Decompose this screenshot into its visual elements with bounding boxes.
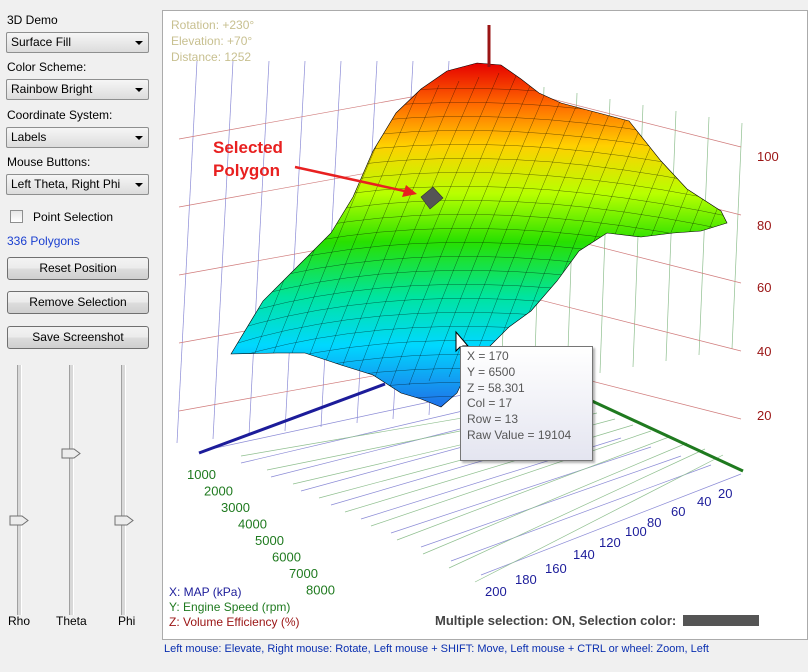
z-tick-label: 80 [757,218,771,233]
point-tooltip: X = 170 Y = 6500 Z = 58.301 Col = 17 Row… [460,346,593,461]
multi-selection-text: Multiple selection: ON, Selection color: [435,613,677,628]
save-screenshot-button[interactable]: Save Screenshot [7,326,149,349]
polygon-count: 336 Polygons [7,234,80,248]
y-tick-label: 7000 [289,566,318,581]
point-selection-checkbox[interactable] [10,210,23,223]
grid-line [248,60,270,436]
y-tick-label: 6000 [272,550,301,565]
annotation-line2: Polygon [213,161,280,180]
x-tick-label: 80 [647,515,661,530]
tooltip-raw: Raw Value = 19104 [467,427,572,442]
phi-label: Phi [118,614,136,628]
axis-legend: X: MAP (kPa) Y: Engine Speed (rpm) Z: Vo… [169,585,300,630]
grid-line [731,122,743,350]
y-tick-label: 2000 [204,484,233,499]
rho-slider-thumb[interactable] [9,515,29,526]
tooltip-col: Col = 17 [467,396,513,411]
y-axis-line [578,393,744,473]
z-tick-label: 20 [757,408,771,423]
view-info: Rotation: +230° Elevation: +70° Distance… [171,17,254,65]
distance-readout: Distance: 1252 [171,50,252,64]
x-tick-label: 20 [718,486,732,501]
grid-line [212,60,234,440]
chevron-down-icon [135,136,143,140]
rho-slider-track[interactable] [17,365,22,615]
theta-label: Theta [56,614,87,628]
grid-line [698,116,710,356]
z-tick-label: 100 [757,149,779,164]
reset-position-button[interactable]: Reset Position [7,257,149,280]
grid-line [474,454,724,583]
y-tick-label: 1000 [187,467,216,482]
chevron-down-icon [135,88,143,92]
legend-y: Y: Engine Speed (rpm) [169,600,291,614]
mesh-line [729,11,807,321]
remove-selection-button[interactable]: Remove Selection [7,291,149,314]
demo-label: 3D Demo [7,13,58,27]
y-tick-label: 5000 [255,533,284,548]
legend-x: X: MAP (kPa) [169,585,242,599]
plot-surface-svg: 1008060402010002000300040005000600070008… [176,11,807,599]
annotation-line1: Selected [213,138,283,157]
z-tick-label: 40 [757,344,771,359]
color-scheme-label: Color Scheme: [7,60,87,74]
phi-slider-track[interactable] [121,365,126,615]
tooltip-y: Y = 6500 [467,364,516,379]
mouse-buttons-value: Left Theta, Right Phi [11,177,121,191]
multi-selection-status: Multiple selection: ON, Selection color: [435,613,759,628]
x-tick-label: 140 [573,547,595,562]
rotation-readout: Rotation: +230° [171,18,255,32]
color-scheme-select[interactable]: Rainbow Bright [6,79,149,100]
mesh-line [708,63,727,326]
tooltip-x: X = 170 [467,349,509,363]
x-tick-label: 60 [671,504,685,519]
coord-system-select[interactable]: Labels [6,127,149,148]
tooltip-row: Row = 13 [467,412,519,427]
y-tick-label: 8000 [306,583,335,598]
phi-slider-thumb[interactable] [114,515,134,526]
y-tick-label: 4000 [238,517,267,532]
z-tick-label: 60 [757,280,771,295]
x-tick-label: 40 [697,494,711,509]
coord-system-label: Coordinate System: [7,108,113,122]
x-tick-label: 100 [625,524,647,539]
elevation-readout: Elevation: +70° [171,34,253,48]
mouse-buttons-label: Mouse Buttons: [7,155,91,169]
status-bar: Left mouse: Elevate, Right mouse: Rotate… [164,643,709,655]
coord-system-value: Labels [11,130,47,144]
y-tick-label: 3000 [221,500,250,515]
x-tick-label: 200 [485,584,507,599]
demo-select[interactable]: Surface Fill [6,32,149,53]
legend-z: Z: Volume Efficiency (%) [169,615,300,629]
demo-select-value: Surface Fill [11,35,72,49]
color-scheme-value: Rainbow Bright [11,82,93,96]
chevron-down-icon [135,183,143,187]
chevron-down-icon [135,41,143,45]
x-tick-label: 120 [599,535,621,550]
plot-canvas[interactable]: 100 80 60 40 20 1000 2000 3000 4000 5000 6000 7000 8… [162,10,808,640]
tooltip-z: Z = 58.301 [467,380,525,395]
grid-line [665,110,677,362]
theta-slider-thumb[interactable] [61,448,81,459]
grid-line [176,60,198,444]
grid-line [480,473,742,576]
selection-color-swatch[interactable] [682,615,759,626]
mouse-buttons-select[interactable]: Left Theta, Right Phi [6,174,149,195]
point-selection-label: Point Selection [33,210,114,224]
x-tick-label: 160 [545,561,567,576]
rho-label: Rho [8,614,31,628]
theta-slider-track[interactable] [69,365,74,615]
x-tick-label: 180 [515,572,537,587]
mesh-line [668,63,727,334]
